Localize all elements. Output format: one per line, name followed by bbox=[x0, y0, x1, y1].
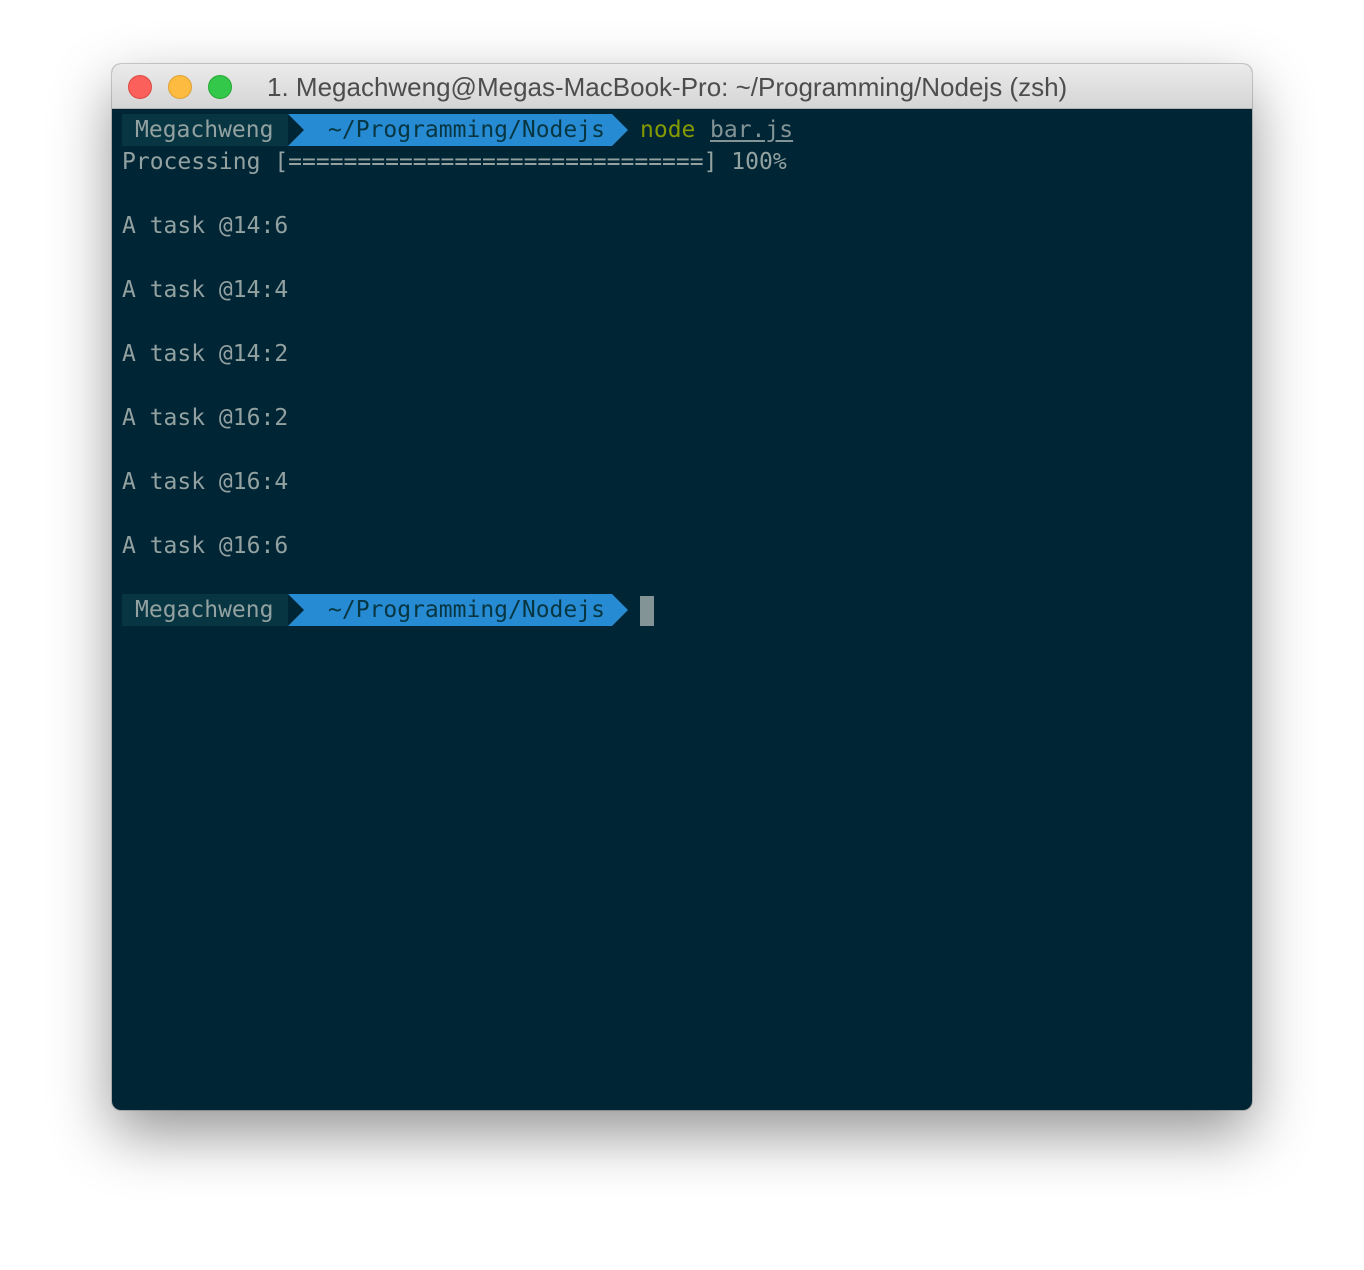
prompt-path: ~/Programming/Nodejs bbox=[288, 594, 628, 626]
output-line: A task @14:2 bbox=[122, 341, 289, 367]
output-line: A task @14:6 bbox=[122, 213, 289, 239]
window-title: 1. Megachweng@Megas-MacBook-Pro: ~/Progr… bbox=[267, 72, 1068, 102]
output-line: A task @16:2 bbox=[122, 405, 289, 431]
terminal-window: 1. Megachweng@Megas-MacBook-Pro: ~/Progr… bbox=[112, 64, 1252, 1110]
command-name: node bbox=[640, 117, 696, 143]
output-line: A task @14:4 bbox=[122, 277, 289, 303]
close-window-button[interactable] bbox=[128, 75, 152, 99]
prompt-line-2: Megachweng ~/Programming/Nodejs bbox=[122, 594, 1222, 626]
prompt-user: Megachweng bbox=[122, 594, 288, 626]
text-cursor bbox=[640, 596, 654, 626]
zoom-window-button[interactable] bbox=[208, 75, 232, 99]
command-argument: bar.js bbox=[710, 117, 794, 143]
progress-line: Processing [============================… bbox=[122, 149, 787, 175]
prompt-path: ~/Programming/Nodejs bbox=[288, 114, 628, 146]
prompt-line-1: Megachweng ~/Programming/Nodejs node bar… bbox=[122, 114, 1222, 146]
prompt-user: Megachweng bbox=[122, 114, 288, 146]
terminal-content[interactable]: Megachweng ~/Programming/Nodejs node bar… bbox=[122, 114, 1252, 1110]
title-bar[interactable]: 1. Megachweng@Megas-MacBook-Pro: ~/Progr… bbox=[112, 64, 1252, 109]
output-line: A task @16:6 bbox=[122, 533, 289, 559]
output-line: A task @16:4 bbox=[122, 469, 289, 495]
minimize-window-button[interactable] bbox=[168, 75, 192, 99]
